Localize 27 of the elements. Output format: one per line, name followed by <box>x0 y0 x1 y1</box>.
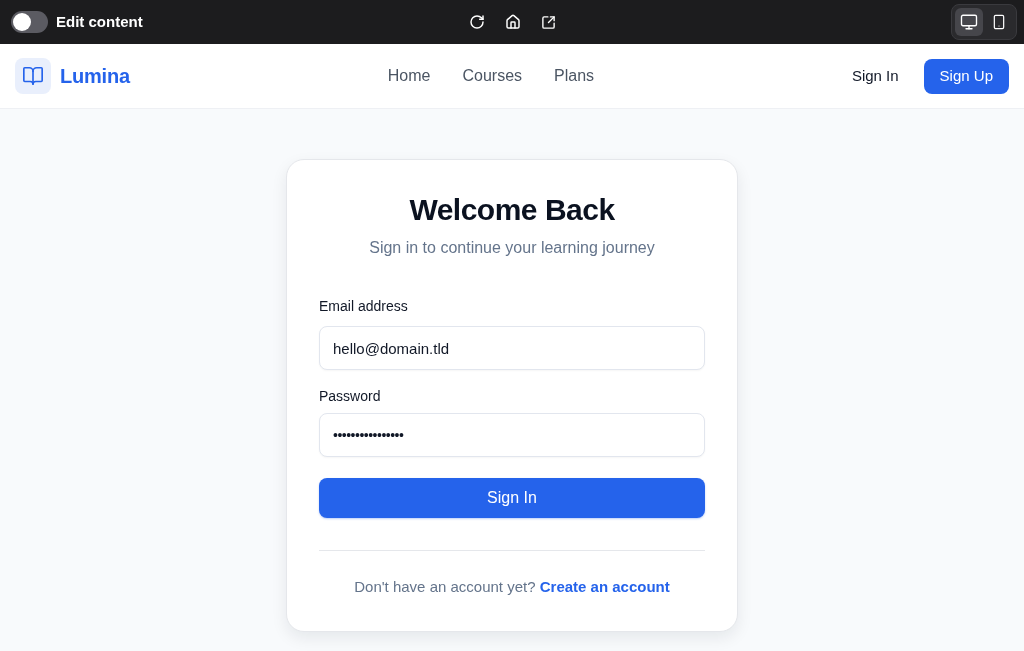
field-label: Email address <box>319 297 409 316</box>
sign-in-link[interactable]: Sign In <box>851 64 899 88</box>
sign-up-button[interactable]: Sign Up <box>923 58 1009 94</box>
sign-in-button[interactable]: Sign In <box>319 478 705 518</box>
nav-link[interactable]: Courses <box>462 64 523 88</box>
nav-link[interactable]: Home <box>387 64 431 88</box>
edit-content-toggle[interactable] <box>11 11 48 33</box>
password-field[interactable]: •••••••••••••••• <box>319 413 705 457</box>
book-logo-icon <box>15 58 51 94</box>
card-subtitle: Sign in to continue your learning journey <box>368 238 656 258</box>
desktop-view-button[interactable] <box>955 8 983 36</box>
home-icon <box>504 14 521 30</box>
card-title: Welcome Back <box>408 192 616 228</box>
monitor-icon <box>960 13 978 31</box>
reload-button[interactable] <box>467 13 486 31</box>
email-field[interactable]: hello@domain.tld <box>319 326 705 370</box>
home-button[interactable] <box>503 13 522 31</box>
reload-icon <box>468 14 485 30</box>
open-external-button[interactable] <box>539 13 557 31</box>
phone-icon <box>991 14 1007 30</box>
brand-name: Lumina <box>60 64 130 89</box>
nav-link[interactable]: Plans <box>554 64 595 88</box>
signup-prompt: Don't have an account yet? Create an account <box>353 577 671 597</box>
external-link-icon <box>540 14 556 30</box>
create-account-link[interactable]: Create an account <box>539 578 670 595</box>
field-label: Password <box>319 387 382 406</box>
edit-content-label: Edit content <box>56 11 143 32</box>
